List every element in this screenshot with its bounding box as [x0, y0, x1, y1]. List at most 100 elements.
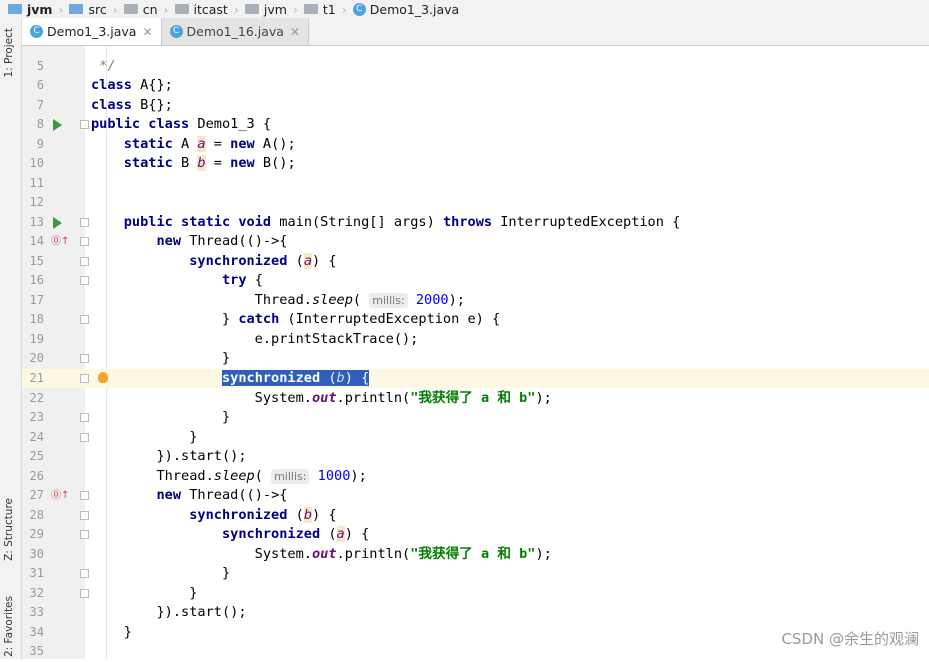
fold-icon[interactable]	[80, 354, 89, 364]
code-line[interactable]: 13 public static void main(String[] args…	[22, 213, 929, 233]
keyword: synchronized	[221, 526, 321, 543]
folder-icon	[69, 4, 84, 14]
code-line[interactable]: 16 try {	[22, 271, 929, 291]
text-selection: synchronized (b) {	[221, 369, 370, 386]
code-line[interactable]: 9 static A a = new A();	[22, 135, 929, 155]
tool-tab-structure[interactable]: Z: Structure	[3, 498, 15, 561]
code-line[interactable]: 20 }	[22, 349, 929, 369]
method-name: sleep	[213, 467, 255, 484]
code-editor[interactable]: 5 */6 class A{}; 7 class B{}; 8 public class …	[22, 46, 929, 659]
code-text: static B b = new B();	[91, 154, 296, 174]
code-line[interactable]: 25 }).start();	[22, 447, 929, 467]
keyword: throws	[442, 213, 493, 230]
code-line[interactable]: 27 ⓪↑ new Thread(()->{	[22, 486, 929, 506]
fold-icon[interactable]	[80, 237, 89, 247]
tool-tab-favorites[interactable]: 2: Favorites	[3, 596, 15, 657]
code-text: public class Demo1_3 {	[91, 115, 271, 135]
code-line[interactable]: 23 }	[22, 408, 929, 428]
code-text: Thread.sleep( millis: 1000);	[91, 467, 367, 487]
code-line[interactable]: 24 }	[22, 428, 929, 448]
fold-icon[interactable]	[80, 510, 89, 520]
code-token: ) {	[312, 506, 337, 523]
code-line[interactable]: 15 synchronized (a) {	[22, 252, 929, 272]
code-line[interactable]: 22 System.out.println("我获得了 a 和 b");	[22, 389, 929, 409]
run-icon[interactable]	[53, 216, 62, 229]
line-number: 14	[29, 234, 44, 249]
fold-icon[interactable]	[80, 588, 89, 598]
fold-icon[interactable]	[80, 373, 89, 383]
chevron-right-icon: ›	[341, 1, 347, 17]
fold-icon[interactable]	[80, 120, 89, 130]
override-icon[interactable]: ⓪↑	[51, 486, 69, 506]
override-icon[interactable]: ⓪↑	[51, 232, 69, 252]
code-line[interactable]: 21 synchronized (b) {	[22, 368, 929, 389]
code-text: }	[91, 349, 230, 369]
line-number: 12	[29, 195, 44, 210]
code-line[interactable]: 14 ⓪↑ new Thread(()->{	[22, 232, 929, 252]
line-number: 33	[29, 605, 44, 620]
fold-icon[interactable]	[80, 432, 89, 442]
code-token: );	[535, 545, 552, 562]
code-token: }	[91, 428, 198, 445]
breadcrumb-label: src	[88, 1, 107, 17]
code-token: }	[91, 311, 239, 328]
code-line[interactable]: 19 e.printStackTrace();	[22, 330, 929, 350]
fold-icon[interactable]	[80, 530, 89, 540]
breadcrumb-item[interactable]: cn	[123, 2, 158, 17]
breadcrumb-item[interactable]: C Demo1_3.java	[352, 2, 459, 17]
fold-icon[interactable]	[80, 217, 89, 227]
code-line[interactable]: 33 }).start();	[22, 603, 929, 623]
comment: */	[91, 57, 116, 74]
keyword: new	[230, 155, 255, 172]
fold-icon[interactable]	[80, 315, 89, 325]
code-text: synchronized (b) {	[91, 506, 337, 526]
close-icon[interactable]: ✕	[142, 25, 152, 39]
fold-icon[interactable]	[80, 569, 89, 579]
close-icon[interactable]: ✕	[290, 25, 300, 39]
code-line[interactable]: 8 public class Demo1_3 {	[22, 115, 929, 135]
breadcrumb-label: t1	[322, 1, 336, 17]
breadcrumb-item[interactable]: itcast	[174, 2, 228, 17]
breadcrumb-item[interactable]: jvm	[8, 2, 52, 17]
chevron-right-icon: ›	[58, 1, 64, 17]
code-line[interactable]: 11	[22, 174, 929, 194]
tab-demo1-3[interactable]: C Demo1_3.java ✕	[22, 18, 162, 45]
breadcrumb-item[interactable]: t1	[303, 1, 336, 17]
code-text: static A a = new A();	[91, 135, 296, 155]
line-number: 31	[29, 566, 44, 581]
fold-icon[interactable]	[80, 491, 89, 501]
fold-icon[interactable]	[80, 413, 89, 423]
code-line[interactable]: 31 }	[22, 564, 929, 584]
code-text: new Thread(()->{	[91, 486, 287, 506]
code-line[interactable]: 12	[22, 193, 929, 213]
code-line[interactable]: 5 */	[22, 57, 929, 77]
code-line[interactable]: 17 Thread.sleep( millis: 2000);	[22, 291, 929, 311]
code-line[interactable]: 26 Thread.sleep( millis: 1000);	[22, 467, 929, 487]
fold-icon[interactable]	[80, 256, 89, 266]
code-line[interactable]: 18 } catch (InterruptedException e) {	[22, 310, 929, 330]
code-line[interactable]: 6 class A{};	[22, 76, 929, 96]
tool-tab-project[interactable]: 1: Project	[3, 28, 15, 77]
code-line[interactable]: 10 static B b = new B();	[22, 154, 929, 174]
number-literal: 1000	[317, 467, 351, 484]
breadcrumb-item[interactable]: jvm	[244, 2, 287, 17]
code-token: (	[352, 291, 370, 308]
code-line[interactable]: 7 class B{};	[22, 96, 929, 116]
code-text: }	[91, 623, 132, 643]
run-icon[interactable]	[53, 119, 62, 132]
line-number: 11	[29, 175, 44, 190]
code-line[interactable]: 30 System.out.println("我获得了 a 和 b");	[22, 545, 929, 565]
code-line[interactable]: 29 synchronized (a) {	[22, 525, 929, 545]
tab-demo1-16[interactable]: C Demo1_16.java ✕	[161, 18, 310, 45]
fold-icon[interactable]	[80, 276, 89, 286]
keyword: new	[156, 233, 182, 250]
code-line[interactable]: 28 synchronized (b) {	[22, 506, 929, 526]
code-line[interactable]: 32 }	[22, 584, 929, 604]
code-token: Demo1_3 {	[189, 116, 272, 133]
breadcrumb-item[interactable]: src	[69, 1, 107, 17]
